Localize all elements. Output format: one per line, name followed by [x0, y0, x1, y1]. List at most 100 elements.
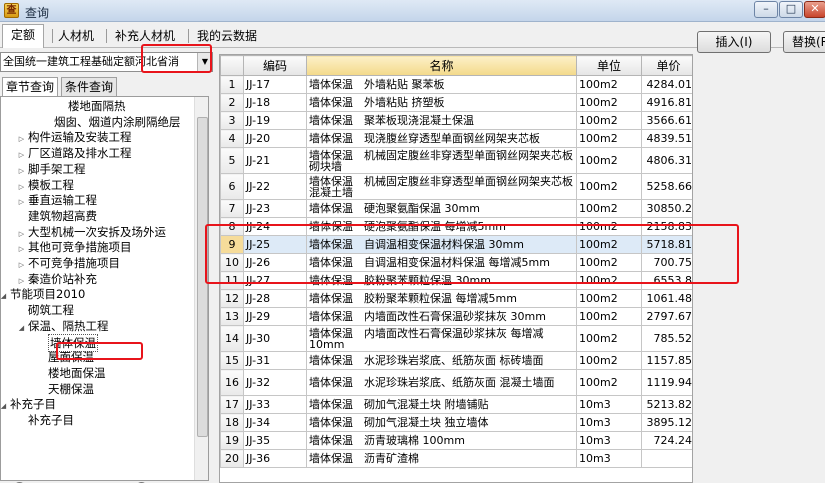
unit-cell[interactable]: 100m2: [576, 199, 642, 218]
tab-labor-material-machine[interactable]: 人材机: [50, 26, 102, 48]
table-row[interactable]: 9 JJ-25 墙体保温 自调温相变保温材料保温 30mm 100m2 5718.81: [220, 235, 692, 254]
row-index-cell[interactable]: 18: [220, 413, 244, 432]
name-cell[interactable]: 墙体保温 水泥珍珠岩浆底、纸筋灰面 混凝土墙面: [306, 369, 577, 396]
chevron-down-icon[interactable]: ▼: [197, 53, 212, 71]
price-cell[interactable]: 4839.51: [641, 129, 692, 148]
code-cell[interactable]: JJ-28: [243, 289, 307, 308]
row-index-cell[interactable]: 10: [220, 253, 244, 272]
table-row[interactable]: 15 JJ-31 墙体保温 水泥珍珠岩浆底、纸筋灰面 标砖墙面 100m2 1157.8…: [220, 351, 692, 370]
table-row[interactable]: 18 JJ-34 墙体保温 砌加气混凝土块 独立墙体 10m3 3895.12: [220, 413, 692, 432]
price-cell[interactable]: 5258.66: [641, 173, 692, 200]
name-cell[interactable]: 墙体保温 砌加气混凝土块 附墙铺贴: [306, 395, 577, 414]
unit-cell[interactable]: 10m3: [576, 395, 642, 414]
tree-item[interactable]: 屋面保温: [37, 349, 94, 365]
unit-cell[interactable]: 100m2: [576, 289, 642, 308]
code-cell[interactable]: JJ-18: [243, 93, 307, 112]
minimize-button[interactable]: –: [754, 1, 778, 18]
name-cell[interactable]: 墙体保温 硬泡聚氨酯保温 30mm: [306, 199, 577, 218]
row-index-cell[interactable]: 2: [220, 93, 244, 112]
row-index-cell[interactable]: 3: [220, 111, 244, 130]
table-row[interactable]: 17 JJ-33 墙体保温 砌加气混凝土块 附墙铺贴 10m3 5213.82: [220, 395, 692, 414]
expand-toggle-icon[interactable]: ◢: [1, 398, 8, 414]
name-cell[interactable]: 墙体保温 现浇腹丝穿透型单面钢丝网架夹芯板: [306, 129, 577, 148]
row-index-cell[interactable]: 4: [220, 129, 244, 148]
name-cell[interactable]: 墙体保温 自调温相变保温材料保温 30mm: [306, 235, 577, 254]
code-cell[interactable]: JJ-19: [243, 111, 307, 130]
row-index-cell[interactable]: 9: [220, 235, 244, 254]
name-cell[interactable]: 墙体保温 机械固定腹丝非穿透型单面钢丝网架夹芯板 砌块墙: [306, 147, 577, 174]
code-cell[interactable]: JJ-20: [243, 129, 307, 148]
table-row[interactable]: 11 JJ-27 墙体保温 胶粉聚苯颗粒保温 30mm 100m2 6553.8: [220, 271, 692, 290]
price-cell[interactable]: 1119.94: [641, 369, 692, 396]
expand-toggle-icon[interactable]: ◢: [1, 288, 8, 304]
price-cell[interactable]: 4284.01: [641, 75, 692, 94]
tree-item[interactable]: ▷ 模板工程: [17, 177, 74, 193]
unit-cell[interactable]: 100m2: [576, 351, 642, 370]
code-cell[interactable]: JJ-22: [243, 173, 307, 200]
table-row[interactable]: 1 JJ-17 墙体保温 外墙粘贴 聚苯板 100m2 4284.01: [220, 75, 692, 94]
table-row[interactable]: 5 JJ-21 墙体保温 机械固定腹丝非穿透型单面钢丝网架夹芯板 砌块墙 100m2 4…: [220, 147, 692, 174]
close-button[interactable]: ✕: [804, 1, 825, 18]
name-cell[interactable]: 墙体保温 内墙面改性石膏保温砂浆抹灰 30mm: [306, 307, 577, 326]
tree-item[interactable]: ▷ 垂直运输工程: [17, 192, 97, 208]
unit-cell[interactable]: 100m2: [576, 235, 642, 254]
replace-button[interactable]: 替换(R: [783, 31, 825, 53]
table-row[interactable]: 14 JJ-30 墙体保温 内墙面改性石膏保温砂浆抹灰 每增减10mm 100m2 78…: [220, 325, 692, 352]
tab-supplementary-lmm[interactable]: 补充人材机: [107, 26, 183, 48]
insert-button[interactable]: 插入(I): [697, 31, 771, 53]
unit-cell[interactable]: 10m3: [576, 413, 642, 432]
name-cell[interactable]: 墙体保温 沥青矿渣棉: [306, 449, 577, 468]
name-cell[interactable]: 墙体保温 内墙面改性石膏保温砂浆抹灰 每增减10mm: [306, 325, 577, 352]
price-cell[interactable]: 5213.82: [641, 395, 692, 414]
price-cell[interactable]: 3566.61: [641, 111, 692, 130]
price-cell[interactable]: 3895.12: [641, 413, 692, 432]
row-index-cell[interactable]: 14: [220, 325, 244, 352]
row-index-cell[interactable]: 6: [220, 173, 244, 200]
code-cell[interactable]: JJ-29: [243, 307, 307, 326]
tree-item[interactable]: ▷ 不可竞争措施项目: [17, 255, 120, 271]
code-cell[interactable]: JJ-36: [243, 449, 307, 468]
price-cell[interactable]: 785.52: [641, 325, 692, 352]
table-row[interactable]: 20 JJ-36 墙体保温 沥青矿渣棉 10m3: [220, 449, 692, 468]
row-index-cell[interactable]: 8: [220, 217, 244, 236]
row-index-cell[interactable]: 15: [220, 351, 244, 370]
tab-chapter-search[interactable]: 章节查询: [2, 77, 59, 96]
name-cell[interactable]: 墙体保温 机械固定腹丝非穿透型单面钢丝网架夹芯板 混凝土墙: [306, 173, 577, 200]
table-row[interactable]: 12 JJ-28 墙体保温 胶粉聚苯颗粒保温 每增减5mm 100m2 1061.48: [220, 289, 692, 308]
name-cell[interactable]: 墙体保温 外墙粘贴 挤塑板: [306, 93, 577, 112]
tree-item[interactable]: ▷ 厂区道路及排水工程: [17, 145, 132, 161]
tree-item[interactable]: ▷ 构件运输及安装工程: [17, 129, 132, 145]
row-index-cell[interactable]: 7: [220, 199, 244, 218]
table-row[interactable]: 7 JJ-23 墙体保温 硬泡聚氨酯保温 30mm 100m2 30850.2: [220, 199, 692, 218]
tree-item[interactable]: 补充子目: [17, 412, 74, 428]
price-cell[interactable]: 2158.83: [641, 217, 692, 236]
table-row[interactable]: 6 JJ-22 墙体保温 机械固定腹丝非穿透型单面钢丝网架夹芯板 混凝土墙 100m2…: [220, 173, 692, 200]
tab-my-cloud-data[interactable]: 我的云数据: [189, 26, 265, 48]
table-row[interactable]: 16 JJ-32 墙体保温 水泥珍珠岩浆底、纸筋灰面 混凝土墙面 100m2 1119.…: [220, 369, 692, 396]
tree-item[interactable]: 砌筑工程: [17, 302, 74, 318]
name-cell[interactable]: 墙体保温 水泥珍珠岩浆底、纸筋灰面 标砖墙面: [306, 351, 577, 370]
name-cell[interactable]: 墙体保温 外墙粘贴 聚苯板: [306, 75, 577, 94]
col-header-name[interactable]: 名称: [306, 55, 577, 76]
code-cell[interactable]: JJ-34: [243, 413, 307, 432]
name-cell[interactable]: 墙体保温 聚苯板现浇混凝土保温: [306, 111, 577, 130]
code-cell[interactable]: JJ-25: [243, 235, 307, 254]
name-cell[interactable]: 墙体保温 胶粉聚苯颗粒保温 每增减5mm: [306, 289, 577, 308]
tree-item[interactable]: 楼地面保温: [37, 365, 106, 381]
name-cell[interactable]: 墙体保温 硬泡聚氨酯保温 每增减5mm: [306, 217, 577, 236]
scrollbar-thumb[interactable]: [197, 117, 208, 437]
code-cell[interactable]: JJ-21: [243, 147, 307, 174]
maximize-button[interactable]: □: [779, 1, 803, 18]
unit-cell[interactable]: 100m2: [576, 271, 642, 290]
tree-item[interactable]: 墙体保温: [37, 333, 98, 352]
row-index-cell[interactable]: 11: [220, 271, 244, 290]
price-cell[interactable]: 1157.85: [641, 351, 692, 370]
code-cell[interactable]: JJ-27: [243, 271, 307, 290]
tree-item[interactable]: 烟囱、烟道内涂刷隔绝层: [43, 114, 181, 130]
tree-item[interactable]: 建筑物超高费: [17, 208, 97, 224]
price-cell[interactable]: 4916.81: [641, 93, 692, 112]
unit-cell[interactable]: 100m2: [576, 253, 642, 272]
table-row[interactable]: 4 JJ-20 墙体保温 现浇腹丝穿透型单面钢丝网架夹芯板 100m2 4839.51: [220, 129, 692, 148]
col-header-code[interactable]: 编码: [243, 55, 307, 76]
name-cell[interactable]: 墙体保温 胶粉聚苯颗粒保温 30mm: [306, 271, 577, 290]
